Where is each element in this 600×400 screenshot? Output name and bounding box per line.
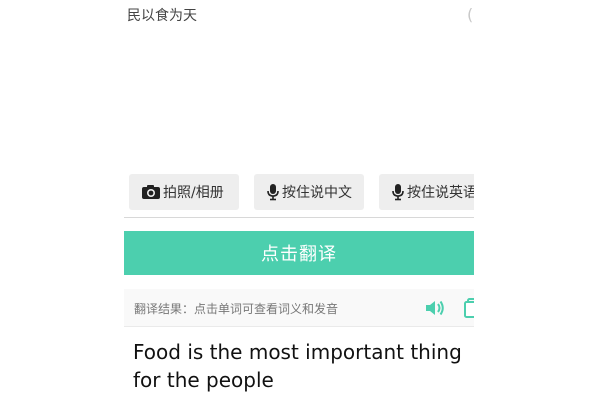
translate-button[interactable]: 点击翻译: [124, 231, 474, 275]
microphone-icon: [391, 183, 405, 201]
photo-album-button[interactable]: 拍照/相册: [129, 174, 239, 210]
speak-english-button[interactable]: 按住说英语: [379, 174, 474, 210]
source-input-area[interactable]: [124, 30, 474, 170]
result-header: 翻译结果：点击单词可查看词义和发音: [124, 289, 474, 327]
input-actions: 拍照/相册 按住说中文 按住说英语: [124, 174, 474, 212]
copy-icon[interactable]: [464, 297, 474, 323]
translator-panel: 民以食为天 ( 拍照/相册 按住说中文 按住说英语 点击翻译 翻译结果：点击单词…: [124, 0, 474, 400]
clear-input-icon[interactable]: (: [467, 4, 473, 26]
speak-english-label: 按住说英语: [407, 185, 474, 201]
camera-icon: [141, 184, 161, 200]
source-text[interactable]: 民以食为天: [127, 6, 197, 26]
speak-chinese-button[interactable]: 按住说中文: [254, 174, 364, 210]
photo-album-label: 拍照/相册: [163, 185, 224, 201]
translation-result-text[interactable]: Food is the most important thing for the…: [133, 338, 474, 394]
speak-chinese-label: 按住说中文: [282, 185, 352, 201]
result-header-label: 翻译结果：点击单词可查看词义和发音: [134, 302, 339, 316]
speaker-icon[interactable]: [424, 298, 446, 322]
translator-app: 民以食为天 ( 拍照/相册 按住说中文 按住说英语 点击翻译 翻译结果：点击单词…: [0, 0, 600, 400]
divider: [124, 217, 474, 218]
microphone-icon: [266, 183, 280, 201]
